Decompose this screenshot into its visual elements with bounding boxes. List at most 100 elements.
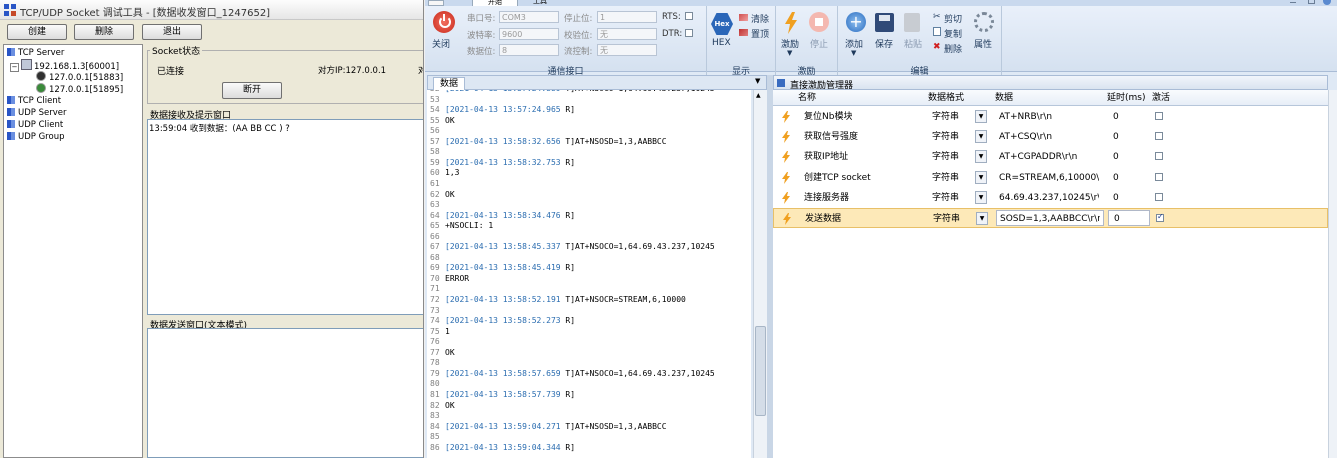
- panel-menu-icon[interactable]: ▼: [755, 77, 760, 85]
- format-dropdown-icon[interactable]: ▼: [975, 190, 987, 204]
- log-scrollbar[interactable]: ▲: [753, 90, 767, 458]
- create-button[interactable]: 创建: [7, 24, 67, 40]
- log-scrollbar-thumb[interactable]: [755, 326, 766, 416]
- col-delay[interactable]: 延时(ms): [1107, 90, 1145, 108]
- row-delay[interactable]: 0: [1113, 127, 1119, 147]
- send-window[interactable]: [147, 328, 423, 458]
- row-format[interactable]: 字符串: [932, 127, 959, 147]
- row-delay[interactable]: 0: [1113, 107, 1119, 127]
- stimulus-row[interactable]: 发送数据 字符串 ▼ ✓ SOSD=1,3,AABBCC\r\n 0: [773, 208, 1328, 228]
- row-format[interactable]: 字符串: [932, 107, 959, 127]
- copy-icon[interactable]: [933, 27, 941, 36]
- stimulus-row[interactable]: 获取信号强度 字符串 ▼ AT+CSQ\r\n 0: [773, 127, 1328, 147]
- connection-tree[interactable]: TCP Server −192.168.1.3[60001] 127.0.0.1…: [3, 44, 143, 458]
- row-name[interactable]: 复位Nb模块: [804, 107, 852, 127]
- data-log[interactable]: 52[2021-04-13 13:57:24.889 T]AT+NSOCO=1,…: [427, 90, 751, 458]
- close-port-label[interactable]: 关闭: [432, 37, 450, 50]
- databits-select[interactable]: 8: [499, 44, 559, 56]
- stimulus-grid[interactable]: 名称 数据格式 数据 延时(ms) 激活 复位Nb模块 字符串 ▼ AT+NRB\r\…: [773, 90, 1328, 458]
- row-format[interactable]: 字符串: [932, 147, 959, 167]
- row-name[interactable]: 连接服务器: [804, 188, 849, 208]
- clear-button[interactable]: 清除: [751, 12, 769, 25]
- delete-icon[interactable]: ✖: [933, 42, 941, 52]
- delete-button[interactable]: 删除: [74, 24, 134, 40]
- tree-udp-server[interactable]: UDP Server: [7, 108, 66, 119]
- col-format[interactable]: 数据格式: [928, 90, 964, 108]
- scroll-up-icon[interactable]: ▲: [756, 92, 761, 99]
- row-data[interactable]: SOSD=1,3,AABBCC\r\n: [1000, 209, 1100, 229]
- delete-row-button[interactable]: 删除: [944, 42, 962, 55]
- properties-button[interactable]: 属性: [974, 37, 992, 50]
- row-data[interactable]: AT+CSQ\r\n: [999, 127, 1099, 147]
- paste-button[interactable]: 粘贴: [904, 37, 922, 50]
- active-checkbox[interactable]: [1155, 152, 1163, 161]
- tab-data[interactable]: 数据: [433, 77, 465, 90]
- hex-icon[interactable]: Hex: [711, 13, 733, 35]
- stop-button[interactable]: 停止: [810, 37, 828, 50]
- recv-window[interactable]: 13:59:04 收到数据：(AA BB CC ) ?: [147, 119, 423, 315]
- row-data[interactable]: CR=STREAM,6,10000\r: [999, 168, 1099, 188]
- parity-select[interactable]: 无: [597, 28, 657, 40]
- cut-icon[interactable]: ✂: [933, 12, 941, 22]
- add-dropdown-icon[interactable]: ▼: [851, 49, 856, 57]
- exit-button[interactable]: 退出: [142, 24, 202, 40]
- active-checkbox[interactable]: [1155, 132, 1163, 141]
- row-delay[interactable]: 0: [1114, 209, 1120, 229]
- format-dropdown-icon[interactable]: ▼: [975, 130, 987, 144]
- col-active[interactable]: 激活: [1152, 90, 1170, 108]
- pin-icon[interactable]: [739, 29, 748, 36]
- port-select[interactable]: COM3: [499, 11, 559, 23]
- row-name[interactable]: 获取IP地址: [804, 147, 848, 167]
- row-delay[interactable]: 0: [1113, 147, 1119, 167]
- baud-select[interactable]: 9600: [499, 28, 559, 40]
- tree-udp-client[interactable]: UDP Client: [7, 120, 63, 131]
- active-checkbox[interactable]: ✓: [1156, 212, 1164, 222]
- stimulus-row[interactable]: 获取IP地址 字符串 ▼ AT+CGPADDR\r\n 0: [773, 147, 1328, 167]
- flow-select[interactable]: 无: [597, 44, 657, 56]
- row-delay[interactable]: 0: [1113, 188, 1119, 208]
- power-icon[interactable]: [433, 11, 455, 33]
- row-name[interactable]: 创建TCP socket: [804, 168, 871, 188]
- active-checkbox[interactable]: [1155, 112, 1163, 120]
- row-name[interactable]: 获取信号强度: [804, 127, 858, 147]
- active-checkbox[interactable]: [1155, 192, 1163, 201]
- stimulus-row[interactable]: 创建TCP socket 字符串 ▼ CR=STREAM,6,10000\r 0: [773, 168, 1328, 188]
- tree-tcp-server[interactable]: TCP Server: [7, 48, 64, 59]
- hex-label[interactable]: HEX: [712, 38, 731, 48]
- cut-button[interactable]: 剪切: [944, 12, 962, 25]
- tree-tcp-client[interactable]: TCP Client: [7, 96, 61, 107]
- stopbits-select[interactable]: 1: [597, 11, 657, 23]
- save-button[interactable]: 保存: [875, 37, 893, 50]
- save-icon[interactable]: [875, 13, 894, 32]
- row-format[interactable]: 字符串: [932, 168, 959, 188]
- clear-icon[interactable]: [739, 14, 748, 21]
- format-dropdown-icon[interactable]: ▼: [975, 170, 987, 184]
- gear-icon[interactable]: [974, 12, 994, 32]
- stimulus-row[interactable]: 连接服务器 字符串 ▼ 64.69.43.237,10245\r\n 0: [773, 188, 1328, 208]
- stop-icon[interactable]: [809, 12, 829, 32]
- tree-connection-2[interactable]: 127.0.0.1[51895]: [36, 83, 123, 96]
- row-name[interactable]: 发送数据: [805, 209, 841, 229]
- paste-icon[interactable]: [904, 13, 920, 32]
- disconnect-button[interactable]: 断开: [222, 82, 282, 99]
- format-dropdown-icon[interactable]: ▼: [976, 212, 988, 225]
- col-name[interactable]: 名称: [798, 90, 816, 108]
- col-data[interactable]: 数据: [995, 90, 1013, 108]
- tree-udp-group[interactable]: UDP Group: [7, 132, 64, 143]
- format-dropdown-icon[interactable]: ▼: [975, 110, 987, 123]
- collapse-icon[interactable]: −: [10, 63, 19, 72]
- row-delay[interactable]: 0: [1113, 168, 1119, 188]
- row-format[interactable]: 字符串: [932, 188, 959, 208]
- dtr-checkbox[interactable]: [685, 29, 693, 37]
- row-data[interactable]: AT+CGPADDR\r\n: [999, 147, 1099, 167]
- stimulus-row[interactable]: 复位Nb模块 字符串 ▼ AT+NRB\r\n 0: [773, 107, 1328, 127]
- row-data[interactable]: AT+NRB\r\n: [999, 107, 1099, 127]
- rts-checkbox[interactable]: [685, 12, 693, 20]
- row-data[interactable]: 64.69.43.237,10245\r\n: [999, 188, 1099, 208]
- row-format[interactable]: 字符串: [933, 209, 960, 229]
- add-icon[interactable]: +: [846, 12, 866, 32]
- active-checkbox[interactable]: [1155, 172, 1163, 181]
- lightning-icon[interactable]: [784, 12, 798, 34]
- pin-top-button[interactable]: 置顶: [751, 27, 769, 40]
- minimize-icon[interactable]: [1290, 0, 1296, 3]
